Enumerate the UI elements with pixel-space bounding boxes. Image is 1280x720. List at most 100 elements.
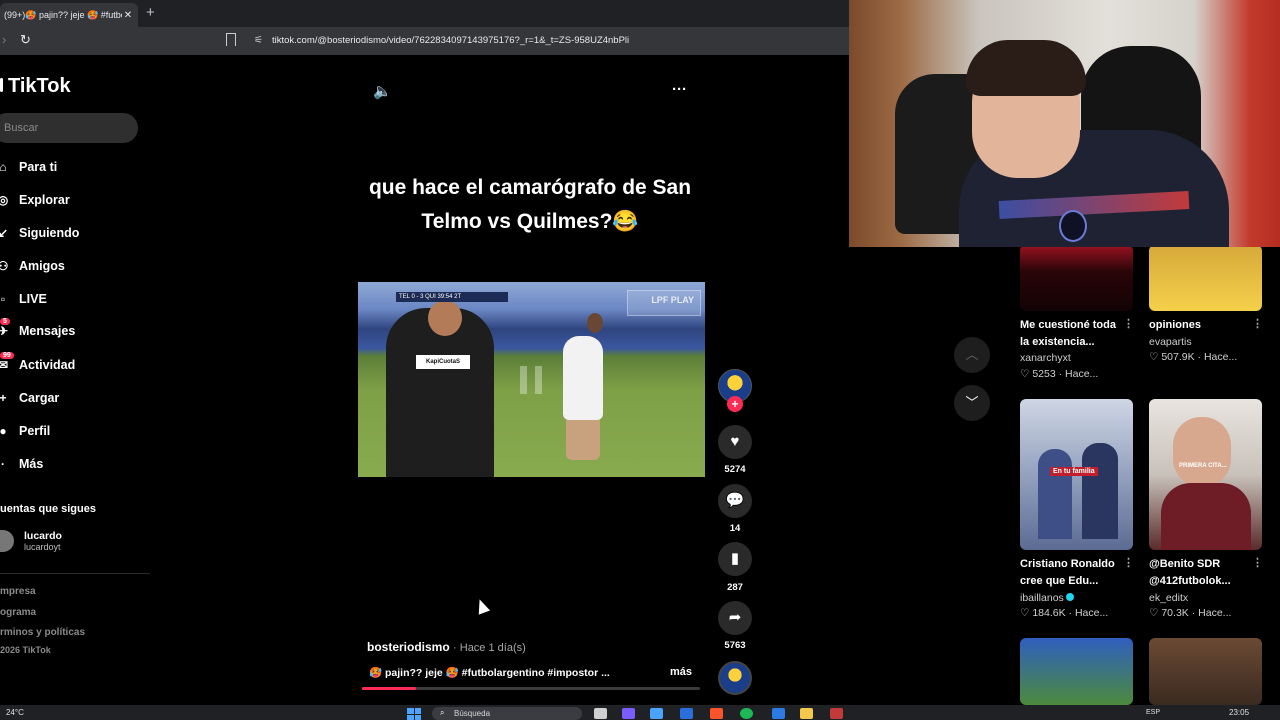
like-count: 5253: [1032, 368, 1056, 380]
address-bar: › ↻ ⚟ tiktok.com/@bosteriodismo/video/76…: [0, 27, 850, 55]
player-head: [587, 313, 603, 333]
compass-icon: ◎: [0, 193, 9, 207]
comment-button[interactable]: 💬: [718, 484, 752, 518]
app-icon[interactable]: [772, 708, 785, 719]
taskbar: 24°C Búsqueda ⌕ ESP 23:05: [0, 705, 1280, 720]
windows-start-icon[interactable]: [407, 708, 421, 720]
divider: [0, 573, 150, 574]
folder-icon[interactable]: [800, 708, 813, 719]
video-progress-bar[interactable]: [362, 687, 700, 690]
footer-link-terminos[interactable]: rminos y políticas: [0, 627, 85, 638]
recommendation-title[interactable]: @Benito SDR @412futbolok...: [1149, 556, 1231, 590]
sidebar-item-amigos[interactable]: ⚇ Amigos: [0, 255, 65, 277]
friends-icon: ⚇: [0, 259, 9, 273]
next-video-button[interactable]: ﹀: [954, 385, 990, 421]
author-name: bosteriodismo: [367, 640, 450, 654]
recommendation-author[interactable]: ibaillanos: [1020, 592, 1074, 604]
thumbnail-caption: En tu familia: [1050, 467, 1098, 476]
webcam-shirt-crest: [1059, 210, 1087, 242]
video-player[interactable]: KapiCuotaS TEL 0 - 3 QUI 39:54 2T LPF PL…: [358, 282, 705, 477]
recommendation-author[interactable]: ek_editx: [1149, 592, 1188, 604]
recommendation-title[interactable]: Me cuestioné toda la existencia...: [1020, 317, 1116, 351]
post-time: · Hace 1 día(s): [453, 642, 526, 654]
like-button[interactable]: ♥: [718, 425, 752, 459]
footer-link-programa[interactable]: ograma: [0, 607, 36, 618]
close-tab-icon[interactable]: ✕: [122, 10, 134, 21]
bookmark-icon[interactable]: [226, 33, 236, 46]
spotify-icon[interactable]: [740, 708, 753, 719]
thumbnail-caption: PRIMERA CITA...: [1179, 463, 1227, 469]
language-indicator[interactable]: ESP: [1146, 709, 1160, 716]
browser-icon[interactable]: [710, 708, 723, 719]
video-author[interactable]: bosteriodismo · Hace 1 día(s): [367, 640, 526, 654]
referee-head: [428, 300, 462, 336]
sidebar-item-mensajes[interactable]: ✈ 5 Mensajes: [0, 318, 76, 342]
comment-icon: 💬: [725, 492, 745, 509]
recommendation-thumbnail[interactable]: [1149, 245, 1262, 311]
browser-tab[interactable]: (99+)🥵 pajin?? jeje 🥵 #futbo ✕: [0, 3, 138, 27]
search-input[interactable]: Buscar: [0, 113, 138, 143]
sidebar-item-perfil[interactable]: ● Perfil: [0, 420, 50, 442]
sidebar-item-label: Mensajes: [19, 324, 76, 338]
more-description-button[interactable]: más: [670, 666, 692, 678]
screen: (99+)🥵 pajin?? jeje 🥵 #futbo ✕ + › ↻ ⚟ t…: [0, 0, 1280, 720]
taskbar-search-box[interactable]: Búsqueda: [432, 707, 582, 720]
recommendation-thumbnail[interactable]: [1020, 638, 1133, 705]
chevron-right-icon[interactable]: ›: [2, 32, 6, 47]
sidebar-item-explorar[interactable]: ◎ Explorar: [0, 189, 70, 211]
following-icon: ↙: [0, 226, 9, 240]
more-options-icon[interactable]: ⋮: [1252, 556, 1263, 569]
recommendation-author[interactable]: evapartis: [1149, 336, 1192, 348]
task-view-icon[interactable]: [594, 708, 607, 719]
previous-video-button[interactable]: ︿: [954, 337, 990, 373]
pause-icon[interactable]: [520, 366, 542, 394]
upload-icon: +: [0, 391, 7, 405]
footer-link-empresa[interactable]: mpresa: [0, 586, 36, 597]
following-section-title: uentas que sigues: [0, 503, 96, 515]
search-placeholder: Buscar: [4, 122, 39, 134]
more-options-icon[interactable]: ⋮: [1252, 317, 1263, 330]
app-icon[interactable]: [622, 708, 635, 719]
sidebar-item-cargar[interactable]: + Cargar: [0, 387, 59, 409]
share-button[interactable]: ➦: [718, 601, 752, 635]
recommendation-stats: ♡ 70.3K · Hace...: [1149, 607, 1232, 619]
recommendation-title[interactable]: opiniones: [1149, 317, 1201, 334]
clock[interactable]: 23:05: [1229, 708, 1249, 717]
footer-copyright: 2026 TikTok: [0, 645, 51, 655]
recommendation-stats: ♡ 184.6K · Hace...: [1020, 607, 1109, 619]
sidebar-item-label: Cargar: [19, 391, 60, 405]
recommendation-thumbnail[interactable]: [1149, 638, 1262, 705]
weather-widget[interactable]: 24°C: [6, 708, 24, 717]
more-options-icon[interactable]: ⋮: [1123, 556, 1134, 569]
recommendation-thumbnail[interactable]: En tu familia: [1020, 399, 1133, 550]
more-dots-icon[interactable]: ···: [672, 81, 687, 98]
music-disc[interactable]: [718, 661, 752, 695]
followed-account[interactable]: lucardo lucardoyt: [0, 530, 62, 552]
tiktok-logo[interactable]: TikTok: [0, 75, 71, 98]
recommendation-author[interactable]: xanarchyxt: [1020, 352, 1071, 364]
more-options-icon[interactable]: ⋮: [1123, 317, 1134, 330]
save-button[interactable]: ▮: [718, 542, 752, 576]
volume-icon[interactable]: 🔈: [373, 82, 392, 100]
tiktok-note-icon: [0, 77, 6, 96]
url-field[interactable]: tiktok.com/@bosteriodismo/video/76228340…: [272, 35, 629, 46]
follow-plus-button[interactable]: +: [727, 396, 743, 412]
recommendation-thumbnail[interactable]: PRIMERA CITA...: [1149, 399, 1262, 550]
sidebar-item-actividad[interactable]: ✉ 99 Actividad: [0, 352, 75, 376]
recommendation-title[interactable]: Cristiano Ronaldo cree que Edu...: [1020, 556, 1115, 590]
like-count: 70.3K: [1161, 607, 1189, 619]
app-icon[interactable]: [650, 708, 663, 719]
app-icon[interactable]: [830, 708, 843, 719]
app-icon[interactable]: [680, 708, 693, 719]
sidebar-item-para-ti[interactable]: ⌂ Para ti: [0, 156, 57, 178]
new-tab-button[interactable]: +: [146, 4, 155, 21]
sidebar-item-siguiendo[interactable]: ↙ Siguiendo: [0, 222, 79, 244]
avatar: [0, 530, 14, 552]
save-count: 287: [727, 582, 743, 593]
sidebar-item-mas[interactable]: · Más: [0, 453, 43, 475]
chevron-down-icon: ﹀: [965, 395, 979, 410]
sidebar-item-live[interactable]: ▫ LIVE: [0, 288, 47, 310]
tune-icon[interactable]: ⚟: [254, 35, 263, 46]
recommendation-thumbnail[interactable]: [1020, 245, 1133, 311]
reload-icon[interactable]: ↻: [20, 32, 31, 48]
